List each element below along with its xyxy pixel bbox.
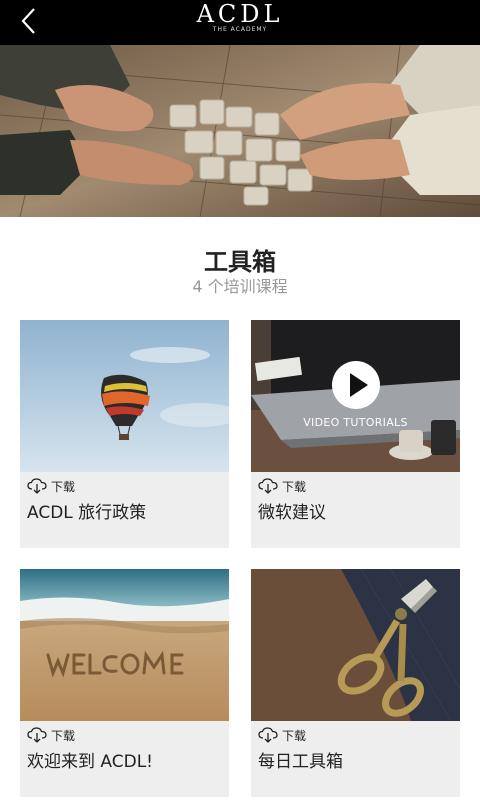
cloud-download-icon [27, 727, 47, 743]
welcome-sand-thumbnail [20, 569, 229, 721]
download-button[interactable]: 下载 [258, 726, 306, 744]
course-title: 微软建议 [258, 503, 326, 523]
scissors-thumbnail [251, 569, 460, 721]
download-button[interactable]: 下载 [27, 477, 75, 495]
download-label: 下载 [51, 728, 76, 743]
cloud-download-icon [258, 478, 278, 494]
logo-text: ACDL [196, 0, 284, 28]
logo: ACDL THE ACADEMY [0, 2, 480, 34]
download-label: 下载 [51, 479, 76, 494]
video-tutorials-thumbnail: VIDEO TUTORIALS [251, 320, 460, 472]
section-subtitle: 4 个培训课程 [192, 277, 288, 296]
logo-subtext: THE ACADEMY [212, 26, 268, 33]
download-label: 下载 [282, 479, 307, 494]
hero-image [0, 45, 480, 217]
course-card[interactable]: 下载 每日工具箱 [251, 569, 460, 797]
download-button[interactable]: 下载 [27, 726, 75, 744]
course-title: ACDL 旅行政策 [27, 503, 147, 523]
video-overlay-text: VIDEO TUTORIALS [303, 416, 408, 429]
course-title: 每日工具箱 [258, 752, 343, 772]
download-button[interactable]: 下载 [258, 477, 306, 495]
cloud-download-icon [27, 478, 47, 494]
top-bar: ACDL THE ACADEMY [0, 0, 480, 45]
course-card[interactable]: VIDEO TUTORIALS 下载 微软建议 [251, 320, 460, 548]
download-label: 下载 [282, 728, 307, 743]
course-title: 欢迎来到 ACDL! [27, 752, 153, 772]
section-title: 工具箱 [204, 248, 276, 276]
hot-air-balloon-thumbnail [20, 320, 229, 472]
cloud-download-icon [258, 727, 278, 743]
play-icon[interactable] [331, 360, 381, 410]
course-card[interactable]: 下载 ACDL 旅行政策 [20, 320, 229, 548]
course-card[interactable]: 下载 欢迎来到 ACDL! [20, 569, 229, 797]
